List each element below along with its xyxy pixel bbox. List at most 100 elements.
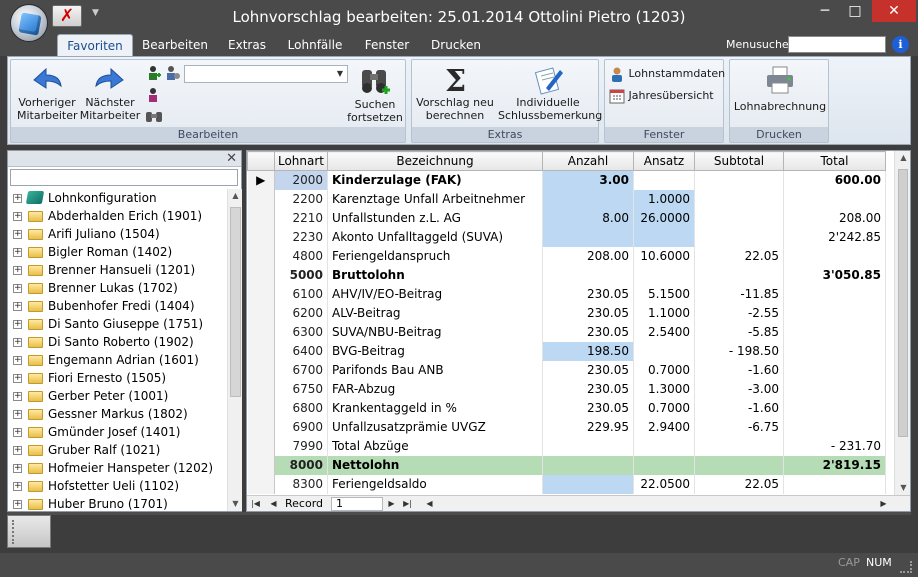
scroll-thumb[interactable] [230, 207, 241, 397]
cell-total[interactable] [783, 341, 886, 361]
cell-total[interactable] [783, 322, 886, 342]
edit-employee-icon[interactable] [165, 65, 181, 82]
maximize-button[interactable]: □ [842, 0, 868, 22]
cell-anzahl[interactable]: 208.00 [542, 246, 634, 266]
expand-icon[interactable]: + [13, 302, 22, 311]
tree-item[interactable]: + Engemann Adrian (1601) [8, 351, 227, 369]
cell-subtotal[interactable]: -1.60 [694, 360, 784, 380]
cell-ansatz[interactable] [633, 265, 695, 285]
cell-ansatz[interactable] [633, 341, 695, 361]
cell-total[interactable]: 2'242.85 [783, 227, 886, 247]
last-record-button[interactable]: ▶| [401, 497, 414, 511]
cell-total[interactable] [783, 284, 886, 304]
cell-ansatz[interactable]: 0.7000 [633, 360, 695, 380]
cell-subtotal[interactable]: -3.00 [694, 379, 784, 399]
table-row[interactable]: 6900 Unfallzusatzprämie UVGZ 229.95 2.9400-… [247, 417, 886, 437]
tree-scrollbar[interactable]: ▲ ▼ [227, 189, 242, 511]
cell-subtotal[interactable]: 22.05 [694, 246, 784, 266]
scroll-up-icon[interactable]: ▲ [228, 189, 243, 203]
table-row[interactable]: 8000 Nettolohn 2'819.15 [247, 455, 886, 475]
tree-item[interactable]: + Huber Bruno (1701) [8, 495, 227, 511]
employee-combobox[interactable]: ▼ [184, 65, 348, 83]
add-employee-icon[interactable] [147, 65, 161, 82]
cell-subtotal[interactable] [694, 455, 784, 475]
scroll-down-icon[interactable]: ▼ [895, 481, 910, 495]
tree-item[interactable]: + Gerber Peter (1001) [8, 387, 227, 405]
tab-favoriten[interactable]: Favoriten [57, 34, 133, 56]
cell-anzahl[interactable] [542, 455, 634, 475]
cell-subtotal[interactable]: -2.55 [694, 303, 784, 323]
cell-total[interactable] [783, 398, 886, 418]
cell-anzahl[interactable]: 198.50 [542, 341, 634, 361]
expand-icon[interactable]: + [13, 392, 22, 401]
table-row[interactable]: 4800 Feriengeldanspruch 208.00 10.6000 22.05 [247, 246, 886, 266]
jahresuebersicht-button[interactable]: Jahresübersicht [609, 87, 714, 104]
resize-grip-icon[interactable] [900, 561, 912, 573]
cell-ansatz[interactable] [633, 455, 695, 475]
cell-total[interactable] [783, 417, 886, 437]
cell-ansatz[interactable]: 22.0500 [633, 474, 695, 494]
next-employee-button[interactable]: Nächster Mitarbeiter [79, 64, 141, 122]
cell-total[interactable]: - 231.70 [783, 436, 886, 456]
table-row[interactable]: 6400 BVG-Beitrag 198.50 - 198.50 [247, 341, 886, 361]
tree-item[interactable]: + Fiori Ernesto (1505) [8, 369, 227, 387]
cell-total[interactable]: 3'050.85 [783, 265, 886, 285]
cell-ansatz[interactable]: 10.6000 [633, 246, 695, 266]
previous-record-button[interactable]: ◀ [267, 497, 280, 511]
expand-icon[interactable]: + [13, 338, 22, 347]
tree-item[interactable]: + Bigler Roman (1402) [8, 243, 227, 261]
cell-ansatz[interactable]: 1.1000 [633, 303, 695, 323]
cell-total[interactable]: 2'819.15 [783, 455, 886, 475]
tree-search-input[interactable] [10, 169, 238, 186]
column-header-lohnart[interactable]: Lohnart [274, 151, 328, 171]
table-row[interactable]: 6300 SUVA/NBU-Beitrag 230.05 2.5400 -5.85 [247, 322, 886, 342]
tree-item[interactable]: + Gessner Markus (1802) [8, 405, 227, 423]
cell-anzahl[interactable] [542, 436, 634, 456]
scroll-up-icon[interactable]: ▲ [895, 151, 910, 165]
lohnabrechnung-button[interactable]: Lohnabrechnung [732, 64, 828, 113]
cell-subtotal[interactable]: - 198.50 [694, 341, 784, 361]
cell-anzahl[interactable]: 3.00 [542, 170, 634, 190]
minimize-button[interactable]: ─ [812, 0, 838, 22]
application-menu-button[interactable] [10, 4, 48, 42]
tree-item[interactable]: + Gmünder Josef (1401) [8, 423, 227, 441]
cell-ansatz[interactable] [633, 227, 695, 247]
cell-anzahl[interactable] [542, 265, 634, 285]
table-row[interactable]: 6800 Krankentaggeld in % 230.05 0.7000 -1.60 [247, 398, 886, 418]
cell-ansatz[interactable]: 1.3000 [633, 379, 695, 399]
cell-subtotal[interactable]: -5.85 [694, 322, 784, 342]
expand-icon[interactable]: + [13, 446, 22, 455]
cell-total[interactable] [783, 474, 886, 494]
tree-item[interactable]: + Brenner Hansueli (1201) [8, 261, 227, 279]
cell-subtotal[interactable]: -1.60 [694, 398, 784, 418]
table-row[interactable]: 6200 ALV-Beitrag 230.05 1.1000 -2.55 [247, 303, 886, 323]
scroll-left-icon[interactable]: ◀ [423, 497, 436, 511]
cell-total[interactable] [783, 360, 886, 380]
cell-anzahl[interactable]: 229.95 [542, 417, 634, 437]
expand-icon[interactable]: + [13, 428, 22, 437]
table-row[interactable]: 8300 Feriengeldsaldo 22.0500 22.05 [247, 474, 886, 494]
cell-ansatz[interactable] [633, 170, 695, 190]
cell-total[interactable] [783, 189, 886, 209]
tree-item[interactable]: + Di Santo Giuseppe (1751) [8, 315, 227, 333]
tree-item[interactable]: + Di Santo Roberto (1902) [8, 333, 227, 351]
cell-ansatz[interactable]: 0.7000 [633, 398, 695, 418]
next-record-button[interactable]: ▶ [385, 497, 398, 511]
tab-drucken[interactable]: Drucken [426, 34, 486, 56]
grid-vertical-scrollbar[interactable]: ▲ ▼ [894, 151, 910, 495]
cell-anzahl[interactable] [542, 227, 634, 247]
close-icon[interactable]: ✕ [226, 151, 237, 166]
table-row[interactable]: 5000 Bruttolohn 3'050.85 [247, 265, 886, 285]
column-header-bezeichnung[interactable]: Bezeichnung [327, 151, 543, 171]
cell-subtotal[interactable] [694, 170, 784, 190]
expand-icon[interactable]: + [13, 410, 22, 419]
tree-item[interactable]: + Lohnkonfiguration [8, 189, 227, 207]
expand-icon[interactable]: + [13, 374, 22, 383]
tree-item[interactable]: + Gruber Ralf (1021) [8, 441, 227, 459]
column-header-subtotal[interactable]: Subtotal [694, 151, 784, 171]
table-row[interactable]: 2230 Akonto Unfalltaggeld (SUVA) 2'242.85 [247, 227, 886, 247]
cell-anzahl[interactable]: 230.05 [542, 360, 634, 380]
table-row[interactable]: 7990 Total Abzüge - 231.70 [247, 436, 886, 456]
cell-ansatz[interactable]: 2.5400 [633, 322, 695, 342]
table-row[interactable]: 2210 Unfallstunden z.L. AG 8.00 26.0000 208.… [247, 208, 886, 228]
